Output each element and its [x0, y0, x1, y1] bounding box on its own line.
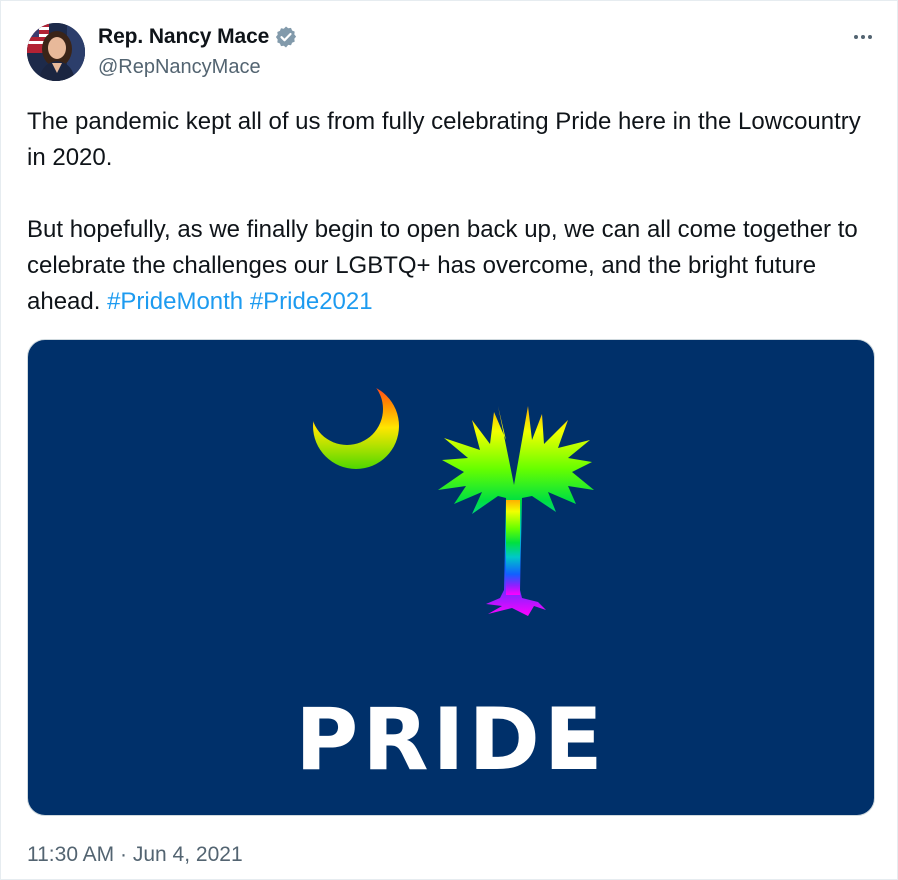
tweet-card[interactable]: Rep. Nancy Mace @RepNancyMace The pandem… [0, 0, 898, 880]
hashtag-link[interactable]: #PrideMonth [107, 288, 243, 315]
palmetto-tree-icon [438, 406, 594, 616]
pride-overlay-text: PRIDE [295, 690, 607, 790]
tweet-paragraph-1: The pandemic kept all of us from fully c… [27, 108, 861, 171]
timestamp-separator: · [120, 843, 128, 866]
tweet-date[interactable]: Jun 4, 2021 [133, 843, 243, 866]
author-name-row: Rep. Nancy Mace [98, 25, 298, 49]
tweet-timestamp: 11:30 AM · Jun 4, 2021 [27, 843, 243, 867]
avatar-image [27, 23, 85, 81]
author-handle[interactable]: @RepNancyMace [98, 56, 261, 79]
verified-badge-icon[interactable] [274, 25, 298, 49]
hashtag-link[interactable]: #Pride2021 [250, 288, 373, 315]
more-options-icon[interactable] [849, 23, 877, 51]
tweet-paragraph-2: But hopefully, as we finally begin to op… [27, 212, 877, 320]
author-display-name[interactable]: Rep. Nancy Mace [98, 25, 269, 49]
crescent-moon-icon [308, 380, 408, 475]
tweet-media-image[interactable]: PRIDE [27, 339, 875, 816]
tweet-time[interactable]: 11:30 AM [27, 843, 114, 866]
tweet-text: The pandemic kept all of us from fully c… [27, 104, 877, 320]
avatar[interactable] [27, 23, 85, 81]
